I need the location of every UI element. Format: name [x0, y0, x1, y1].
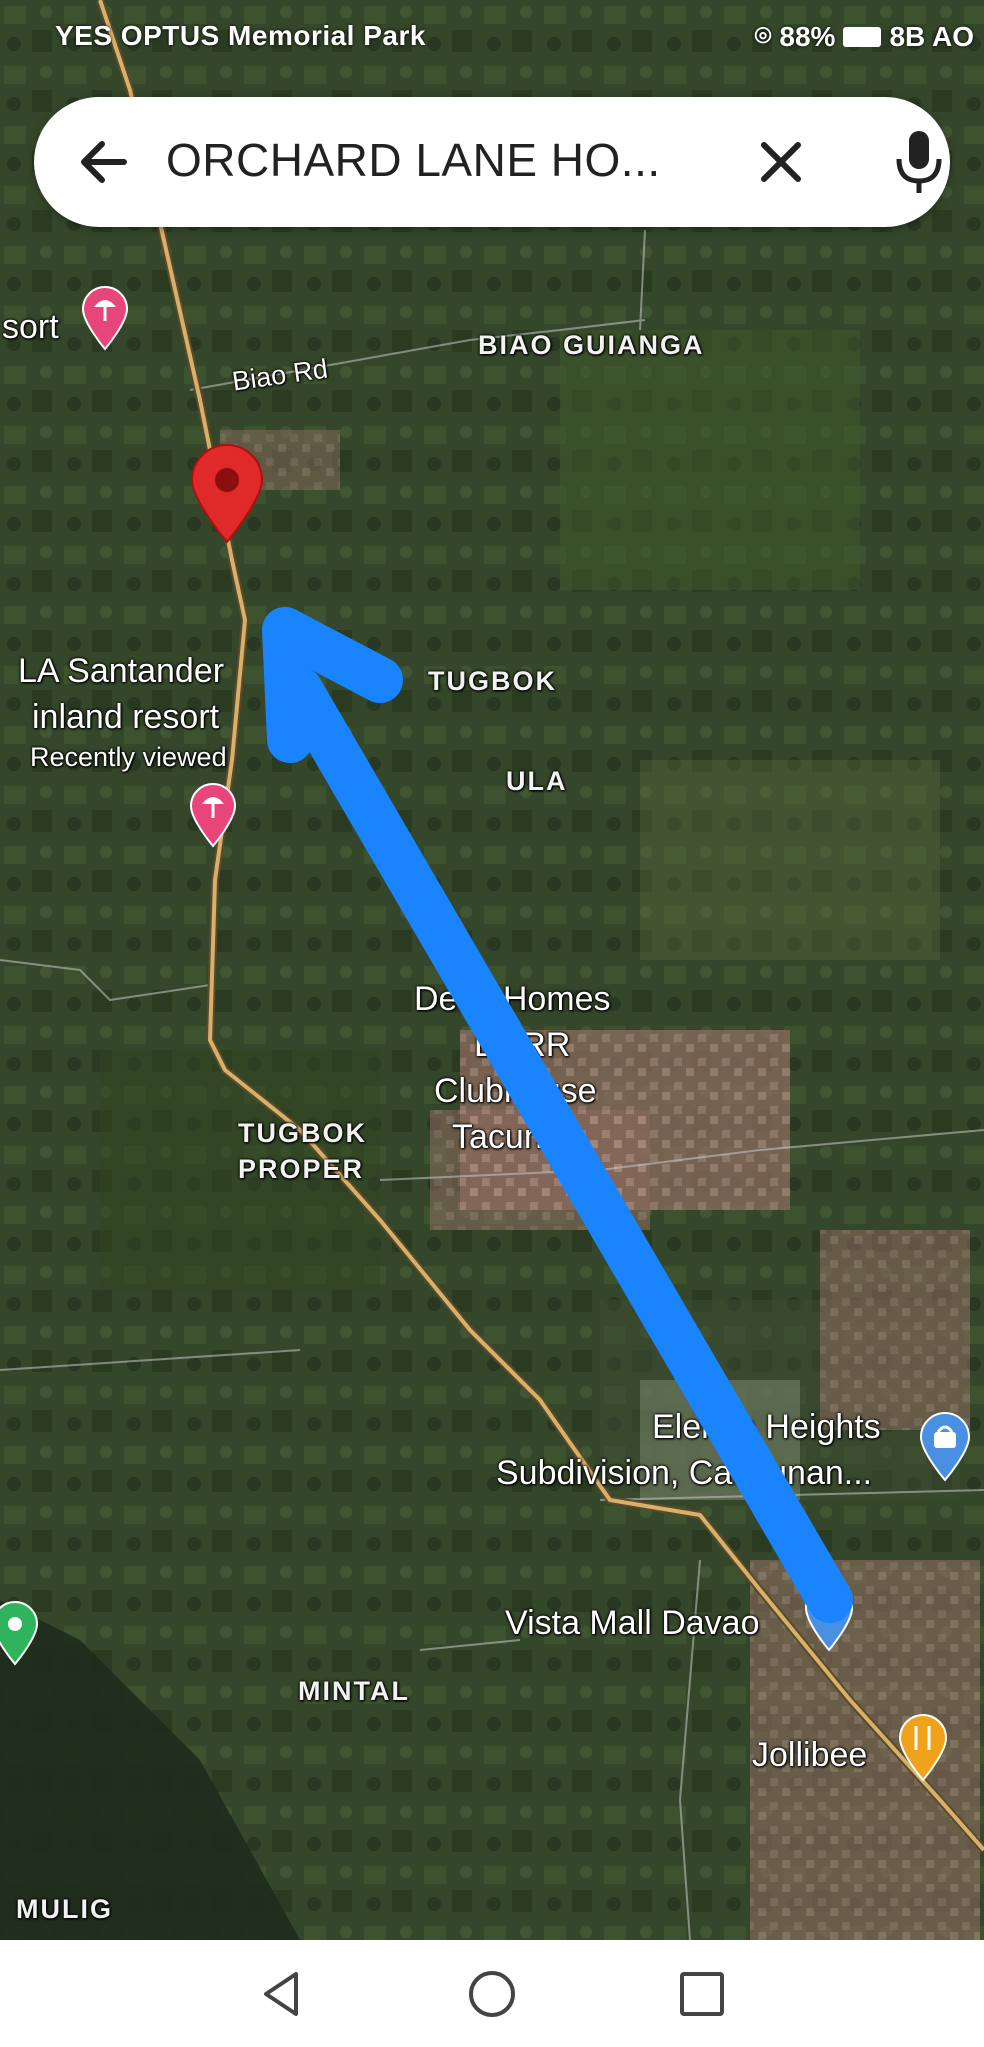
- back-arrow-icon[interactable]: [72, 130, 136, 194]
- navigation-bar: [0, 1940, 984, 2047]
- battery-icon: [843, 26, 882, 47]
- map-view[interactable]: sort Biao Rd BIAO GUIANGA LA Santander i…: [0, 0, 984, 1940]
- status-right: ⌾ 88% 8B AO: [755, 20, 974, 53]
- battery-percent: 88%: [779, 20, 836, 52]
- search-query[interactable]: ORCHARD LANE HO...: [166, 133, 661, 187]
- location-status-icon: ⌾: [754, 20, 772, 51]
- recents-square-icon[interactable]: [676, 1968, 728, 2020]
- clear-icon[interactable]: [752, 133, 810, 191]
- back-triangle-icon[interactable]: [256, 1968, 308, 2020]
- search-bar[interactable]: ORCHARD LANE HO...: [34, 97, 950, 227]
- drawn-arrow-annotation: [262, 607, 853, 1623]
- status-bar: YES OPTUS Memorial Park ⌾ 88% 8B AO: [0, 0, 984, 70]
- status-carrier: YES OPTUS Memorial Park: [55, 20, 426, 51]
- microphone-icon[interactable]: [886, 127, 952, 197]
- status-extra: 8B AO: [889, 20, 974, 52]
- home-circle-icon[interactable]: [466, 1968, 518, 2020]
